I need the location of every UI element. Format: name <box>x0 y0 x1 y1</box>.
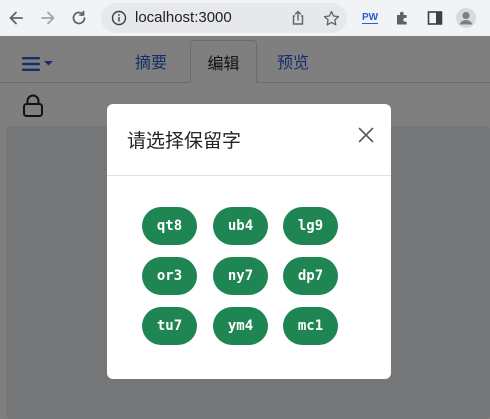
close-button[interactable] <box>355 124 377 146</box>
url-text: localhost:3000 <box>135 9 232 26</box>
sidebar-icon[interactable] <box>424 7 446 29</box>
reserved-word-dialog: 请选择保留字 qt8 ub4 lg9 or3 ny7 dp7 tu7 ym4 m… <box>107 104 391 379</box>
share-icon[interactable] <box>288 8 308 28</box>
puzzle-icon[interactable] <box>392 7 414 29</box>
browser-toolbar: localhost:3000 PW <box>0 0 490 36</box>
close-icon <box>358 127 374 143</box>
modal-title: 请选择保留字 <box>127 130 242 152</box>
word-button[interactable]: mc1 <box>283 307 338 345</box>
profile-icon[interactable] <box>455 7 477 29</box>
word-button[interactable]: ny7 <box>213 257 268 295</box>
pw-extension-icon[interactable]: PW <box>359 7 381 29</box>
word-button[interactable]: ym4 <box>213 307 268 345</box>
reload-icon[interactable] <box>68 7 90 29</box>
word-button[interactable]: lg9 <box>283 207 338 245</box>
word-button[interactable]: tu7 <box>142 307 197 345</box>
address-bar[interactable]: localhost:3000 <box>101 3 347 33</box>
back-arrow-icon[interactable] <box>5 7 27 29</box>
modal-header: 请选择保留字 <box>107 104 391 176</box>
word-button[interactable]: qt8 <box>142 207 197 245</box>
star-icon[interactable] <box>321 8 341 28</box>
word-button[interactable]: ub4 <box>213 207 268 245</box>
word-button[interactable]: dp7 <box>283 257 338 295</box>
word-button[interactable]: or3 <box>142 257 197 295</box>
info-icon[interactable] <box>109 8 129 28</box>
forward-arrow-icon[interactable] <box>37 7 59 29</box>
